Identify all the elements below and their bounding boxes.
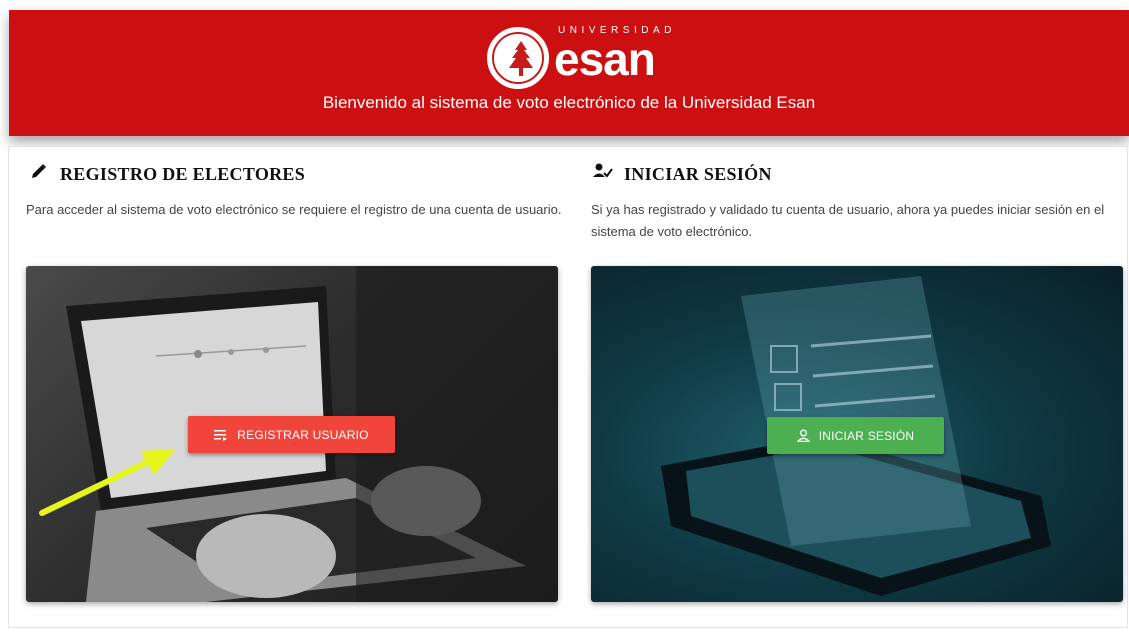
user-icon bbox=[796, 429, 810, 442]
header-banner: UNIVERSIDAD esan Bienvenido al sistema d… bbox=[9, 10, 1129, 136]
list-icon bbox=[214, 429, 228, 441]
register-section-title: REGISTRO DE ELECTORES bbox=[60, 164, 306, 184]
arrow-pointer-icon bbox=[39, 449, 176, 516]
logo-name-text: esan bbox=[554, 33, 656, 85]
login-section-title: INICIAR SESIÓN bbox=[624, 164, 772, 184]
login-button[interactable]: INICIAR SESIÓN bbox=[767, 417, 944, 454]
register-user-button-label: REGISTRAR USUARIO bbox=[237, 427, 369, 442]
login-description: Si ya has registrado y validado tu cuent… bbox=[591, 202, 1105, 239]
university-seal-icon bbox=[487, 27, 549, 89]
pencil-icon bbox=[32, 164, 46, 178]
welcome-message: Bienvenido al sistema de voto electrónic… bbox=[322, 93, 816, 112]
register-user-button[interactable]: REGISTRAR USUARIO bbox=[188, 416, 395, 453]
esan-logo: UNIVERSIDAD esan bbox=[487, 23, 687, 93]
login-button-label: INICIAR SESIÓN bbox=[818, 428, 915, 443]
user-check-icon bbox=[593, 163, 613, 178]
register-description: Para acceder al sistema de voto electrón… bbox=[26, 202, 562, 217]
